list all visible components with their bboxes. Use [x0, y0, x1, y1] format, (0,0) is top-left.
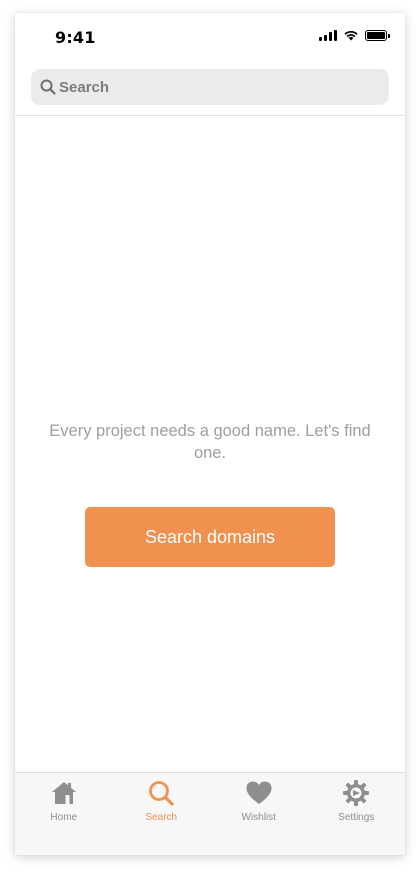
- status-bar: 9:41: [15, 13, 405, 61]
- battery-icon: [365, 29, 390, 41]
- search-bar[interactable]: [31, 69, 389, 105]
- wifi-icon: [344, 30, 358, 41]
- tab-bar: Home Search Wishlist Settings: [15, 772, 405, 855]
- tab-search[interactable]: Search: [113, 773, 211, 855]
- status-icons: [319, 29, 390, 41]
- cellular-signal-icon: [319, 29, 337, 41]
- search-header: [15, 61, 405, 116]
- search-domains-button[interactable]: Search domains: [85, 507, 335, 567]
- search-icon: [149, 781, 174, 806]
- tab-label: Search: [145, 812, 178, 823]
- empty-state-message: Every project needs a good name. Let's f…: [49, 422, 371, 462]
- tab-home[interactable]: Home: [15, 773, 113, 855]
- tab-settings[interactable]: Settings: [308, 773, 406, 855]
- phone-screen: 9:41 Every project needs a good name. Le…: [15, 13, 405, 855]
- heart-icon: [246, 781, 272, 804]
- search-input[interactable]: [59, 72, 379, 102]
- gear-icon: [343, 780, 370, 806]
- tab-label: Home: [50, 812, 78, 823]
- status-time: 9:41: [55, 28, 96, 47]
- home-icon: [51, 782, 76, 804]
- tab-wishlist[interactable]: Wishlist: [210, 773, 308, 855]
- tab-label: Wishlist: [241, 812, 276, 823]
- tab-label: Settings: [338, 812, 375, 823]
- magnifier-icon: [40, 79, 56, 95]
